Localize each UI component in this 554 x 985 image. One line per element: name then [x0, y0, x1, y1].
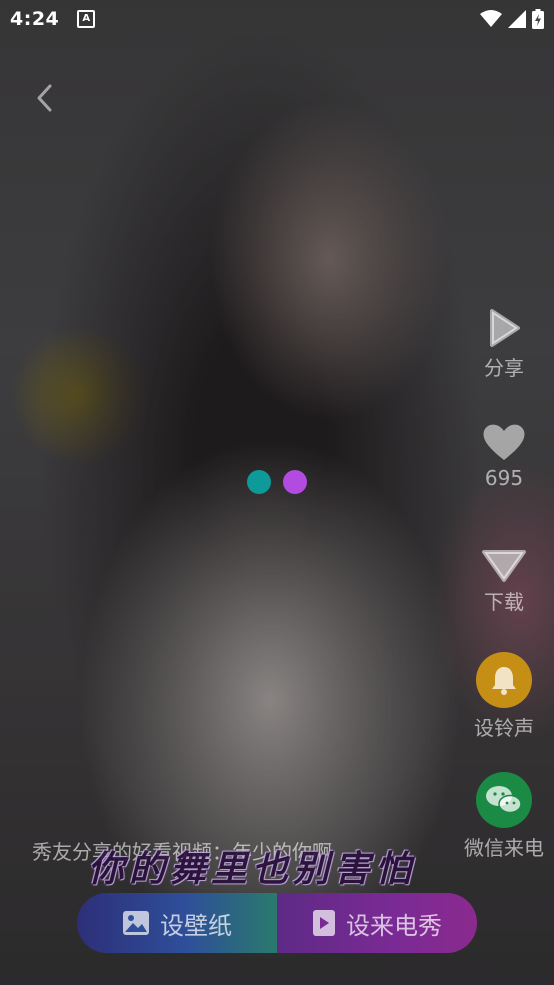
heart-icon	[483, 424, 525, 460]
download-action[interactable]: 下载	[454, 548, 554, 615]
ringtone-action[interactable]: 设铃声	[454, 652, 554, 741]
video-play-icon	[313, 910, 335, 936]
wechat-icon	[486, 786, 522, 814]
video-lyric-subtitle: 你的舞里也别害怕	[88, 848, 417, 890]
like-action[interactable]: 695	[454, 422, 554, 490]
a-letter-icon: A	[77, 10, 96, 28]
share-action[interactable]: 分享	[454, 308, 554, 381]
set-wallpaper-label: 设壁纸	[160, 911, 232, 940]
battery-charging-icon	[532, 9, 544, 29]
download-label: 下载	[484, 590, 524, 614]
set-call-show-button[interactable]: 设来电秀	[277, 893, 477, 953]
like-count: 695	[484, 466, 524, 490]
image-icon	[123, 911, 149, 935]
status-bar: 4:24 A	[0, 0, 554, 38]
bottom-action-bar: 设壁纸 设来电秀	[77, 893, 477, 953]
back-button[interactable]	[28, 82, 60, 114]
ringtone-label: 设铃声	[474, 716, 534, 740]
download-arrow-icon	[482, 550, 526, 582]
chevron-left-icon	[37, 84, 52, 112]
play-share-icon	[490, 309, 520, 347]
loading-indicator	[247, 470, 307, 494]
set-call-show-label: 设来电秀	[346, 911, 442, 940]
share-label: 分享	[484, 356, 524, 380]
status-time: 4:24	[10, 8, 60, 30]
wechat-icon-circle	[476, 772, 532, 828]
loading-dot	[247, 470, 271, 494]
set-wallpaper-button[interactable]: 设壁纸	[77, 893, 277, 953]
bell-icon	[492, 667, 516, 695]
signal-icon	[508, 10, 526, 28]
loading-dot	[283, 470, 307, 494]
wifi-icon	[480, 10, 502, 27]
ringtone-icon-circle	[476, 652, 532, 708]
